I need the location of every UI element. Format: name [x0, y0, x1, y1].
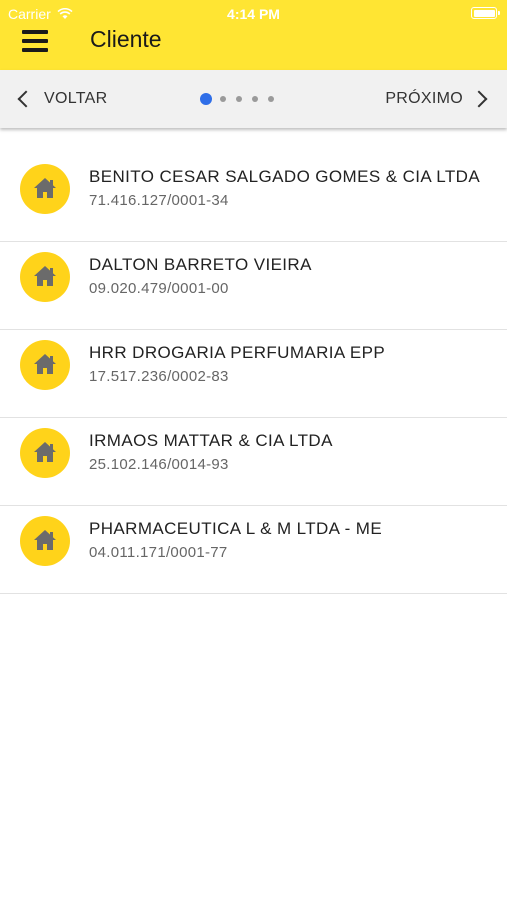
client-avatar	[20, 252, 70, 302]
client-avatar	[20, 428, 70, 478]
clock: 4:14 PM	[227, 6, 280, 22]
menu-bar-line	[22, 39, 48, 43]
menu-bar-line	[22, 30, 48, 34]
client-cnpj: 09.020.479/0001-00	[89, 280, 229, 297]
home-icon	[34, 266, 56, 286]
screen: Carrier 4:14 PM Cliente VOLTAR PRÓXIMO B…	[0, 0, 507, 900]
client-cnpj: 25.102.146/0014-93	[89, 456, 229, 473]
page-dot	[268, 96, 274, 102]
client-list-item[interactable]: DALTON BARRETO VIEIRA 09.020.479/0001-00	[0, 242, 507, 330]
battery-icon	[471, 7, 500, 19]
page-dot	[236, 96, 242, 102]
client-name: IRMAOS MATTAR & CIA LTDA	[89, 431, 333, 450]
client-avatar	[20, 164, 70, 214]
page-dot	[252, 96, 258, 102]
client-list-item[interactable]: IRMAOS MATTAR & CIA LTDA 25.102.146/0014…	[0, 418, 507, 506]
page-dot	[220, 96, 226, 102]
back-button[interactable]: VOLTAR	[16, 84, 107, 114]
client-name: BENITO CESAR SALGADO GOMES & CIA LTDA	[89, 167, 481, 186]
client-list-item[interactable]: HRR DROGARIA PERFUMARIA EPP 17.517.236/0…	[0, 330, 507, 418]
client-cnpj: 04.011.171/0001-77	[89, 544, 228, 561]
pager-bar: VOLTAR PRÓXIMO	[0, 70, 507, 128]
chevron-right-icon	[470, 90, 488, 108]
client-name: DALTON BARRETO VIEIRA	[89, 255, 312, 274]
client-list-item[interactable]: PHARMACEUTICA L & M LTDA - ME 04.011.171…	[0, 506, 507, 594]
home-icon	[34, 442, 56, 462]
client-list-item[interactable]: BENITO CESAR SALGADO GOMES & CIA LTDA 71…	[0, 154, 507, 242]
nav-bar: Cliente	[0, 22, 507, 62]
page-title: Cliente	[90, 26, 162, 52]
page-indicator	[200, 93, 284, 105]
client-avatar	[20, 340, 70, 390]
home-icon	[34, 354, 56, 374]
page-dot-active	[200, 93, 212, 105]
client-avatar	[20, 516, 70, 566]
client-name: HRR DROGARIA PERFUMARIA EPP	[89, 343, 386, 362]
header: Carrier 4:14 PM Cliente	[0, 0, 507, 70]
chevron-left-icon	[17, 90, 35, 108]
client-cnpj: 17.517.236/0002-83	[89, 368, 229, 385]
home-icon	[34, 530, 56, 550]
next-label: PRÓXIMO	[385, 90, 463, 107]
back-label: VOLTAR	[44, 90, 108, 107]
menu-bar-line	[22, 48, 48, 52]
client-name: PHARMACEUTICA L & M LTDA - ME	[89, 519, 383, 538]
home-icon	[34, 178, 56, 198]
client-list: BENITO CESAR SALGADO GOMES & CIA LTDA 71…	[0, 154, 507, 594]
next-button[interactable]: PRÓXIMO	[385, 84, 489, 114]
client-cnpj: 71.416.127/0001-34	[89, 192, 229, 209]
hamburger-menu-button[interactable]	[20, 26, 50, 54]
